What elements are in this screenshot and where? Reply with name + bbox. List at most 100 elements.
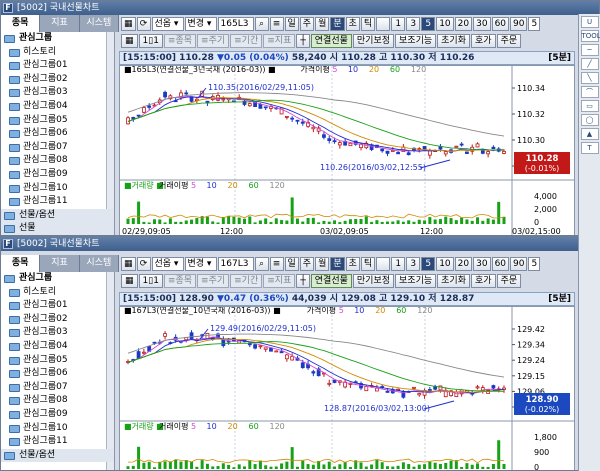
tree-item[interactable]: 관심그룹05: [1, 114, 114, 128]
interval-button[interactable]: 30: [473, 16, 491, 31]
toolbar-button[interactable]: ≡기간: [230, 273, 263, 288]
drawing-tool-button[interactable]: U: [580, 16, 599, 28]
drawing-tool-button[interactable]: TOOL: [580, 30, 600, 42]
period-button[interactable]: 주: [299, 256, 315, 271]
code-input[interactable]: 165L3: [217, 16, 254, 31]
tree-item[interactable]: 선물: [1, 222, 114, 235]
toolbar-button[interactable]: ≡지표: [263, 33, 296, 48]
tab-system[interactable]: 시스템: [79, 255, 119, 272]
period-button[interactable]: 분: [330, 16, 345, 31]
period-button[interactable]: 분: [330, 256, 345, 271]
tree-item[interactable]: 관심그룹: [1, 32, 114, 46]
interval-button[interactable]: 3: [406, 256, 421, 271]
crosshair-icon[interactable]: ┼: [296, 33, 310, 48]
search-icon[interactable]: ⌕: [254, 256, 269, 271]
change-select[interactable]: 변경 ▾: [184, 256, 217, 271]
drawing-tool-button[interactable]: ⌒: [580, 86, 599, 98]
tree-item[interactable]: 선물/옵션: [1, 448, 114, 463]
interval-button[interactable]: 10: [436, 256, 454, 271]
split-icon[interactable]: 1▯1: [138, 273, 163, 288]
tree-item[interactable]: 관심그룹07: [1, 381, 114, 395]
interval-button[interactable]: 5: [421, 256, 436, 271]
search-icon[interactable]: ⌕: [254, 16, 269, 31]
count-input[interactable]: 5: [528, 16, 541, 31]
tree-item[interactable]: 관심그룹02: [1, 313, 114, 327]
refresh-icon[interactable]: ⟳: [136, 256, 151, 271]
tree-item[interactable]: 관심그룹10: [1, 422, 114, 436]
tab-item[interactable]: 종목: [1, 15, 41, 32]
tree-item[interactable]: 선물/옵션: [1, 208, 114, 223]
tree-item[interactable]: 관심그룹07: [1, 141, 114, 155]
overlay-icon[interactable]: ▦: [121, 273, 138, 288]
market-select[interactable]: 선옵 ▾: [151, 16, 184, 31]
toolbar-button[interactable]: ≡종목: [163, 33, 197, 48]
toolbar-button[interactable]: 보조기능: [395, 33, 437, 48]
interval-button[interactable]: 1: [391, 256, 406, 271]
interval-button[interactable]: 90: [510, 256, 528, 271]
drawing-tool-button[interactable]: ─: [580, 44, 599, 56]
toolbar-button[interactable]: 주문: [496, 33, 522, 48]
toolbar-button[interactable]: 연결선물: [310, 33, 352, 48]
market-select[interactable]: 선옵 ▾: [151, 256, 184, 271]
change-select[interactable]: 변경 ▾: [184, 16, 217, 31]
toolbar-button[interactable]: ≡종목: [163, 273, 197, 288]
tree-item[interactable]: 관심그룹08: [1, 394, 114, 408]
interval-button[interactable]: 90: [510, 16, 528, 31]
tab-item[interactable]: 종목: [1, 255, 41, 272]
tree-item[interactable]: 관심그룹03: [1, 86, 114, 100]
list-icon[interactable]: ≡: [269, 256, 284, 271]
toolbar-button[interactable]: ≡주기: [197, 273, 230, 288]
interval-button[interactable]: 60: [491, 256, 510, 271]
toolbar-button[interactable]: 연결선물: [310, 273, 352, 288]
period-button[interactable]: 월: [315, 256, 330, 271]
toolbar-button[interactable]: 보조기능: [395, 273, 437, 288]
drawing-tool-button[interactable]: ▭: [580, 100, 599, 112]
tree-item[interactable]: 관심그룹10: [1, 182, 114, 196]
refresh-icon[interactable]: ⟳: [136, 16, 151, 31]
period-button[interactable]: 일: [284, 16, 299, 31]
grid-menu-icon[interactable]: ▦: [121, 16, 136, 31]
tab-system[interactable]: 시스템: [79, 15, 119, 32]
tree-item[interactable]: 관심그룹08: [1, 154, 114, 168]
tree-item[interactable]: 히스토리: [1, 46, 114, 60]
tree-item[interactable]: 관심그룹09: [1, 168, 114, 182]
interval-button[interactable]: 3: [406, 16, 421, 31]
interval-button[interactable]: 20: [454, 16, 473, 31]
tree-item[interactable]: 관심그룹04: [1, 100, 114, 114]
tree-item[interactable]: 관심그룹09: [1, 408, 114, 422]
crosshair-icon[interactable]: ┼: [296, 273, 310, 288]
drawing-tool-button[interactable]: ╱: [580, 58, 599, 70]
list-icon[interactable]: ≡: [269, 16, 284, 31]
toolbar-button[interactable]: 주문: [496, 273, 522, 288]
tree-item[interactable]: 관심그룹02: [1, 73, 114, 87]
toolbar-button[interactable]: 초기화: [437, 273, 470, 288]
tree-item[interactable]: 관심그룹01: [1, 59, 114, 73]
drawing-tool-button[interactable]: ▲: [580, 128, 599, 140]
overlay-icon[interactable]: ▦: [121, 33, 138, 48]
period-button[interactable]: 일: [284, 256, 299, 271]
toolbar-button[interactable]: 초기화: [437, 33, 470, 48]
tree-item[interactable]: 관심그룹06: [1, 367, 114, 381]
toolbar-button[interactable]: ≡주기: [197, 33, 230, 48]
tree-item[interactable]: 히스토리: [1, 286, 114, 300]
tree-item[interactable]: 관심그룹06: [1, 127, 114, 141]
count-input[interactable]: 5: [528, 256, 541, 271]
tab-indicator[interactable]: 지표: [40, 15, 80, 32]
grid-menu-icon[interactable]: ▦: [121, 256, 136, 271]
interval-button[interactable]: 20: [454, 256, 473, 271]
tree-item[interactable]: 관심그룹11: [1, 435, 114, 449]
tab-indicator[interactable]: 지표: [40, 255, 80, 272]
period-button[interactable]: 주: [299, 16, 315, 31]
toolbar-button[interactable]: 호가: [471, 273, 496, 288]
period-button[interactable]: 초: [345, 16, 360, 31]
toolbar-button[interactable]: ≡기간: [230, 33, 263, 48]
window-title-bar[interactable]: F [5002] 국내선물차트: [1, 1, 599, 15]
tree-item[interactable]: 관심그룹04: [1, 340, 114, 354]
interval-button[interactable]: 10: [436, 16, 454, 31]
drawing-tool-button[interactable]: ◯: [580, 114, 599, 126]
tree-item[interactable]: 관심그룹03: [1, 326, 114, 340]
tree-item[interactable]: 관심그룹: [1, 272, 114, 286]
tree-item[interactable]: 관심그룹01: [1, 299, 114, 313]
window-title-bar[interactable]: F [5002] 국내선물차트: [1, 237, 599, 251]
interval-button[interactable]: 1: [391, 16, 406, 31]
